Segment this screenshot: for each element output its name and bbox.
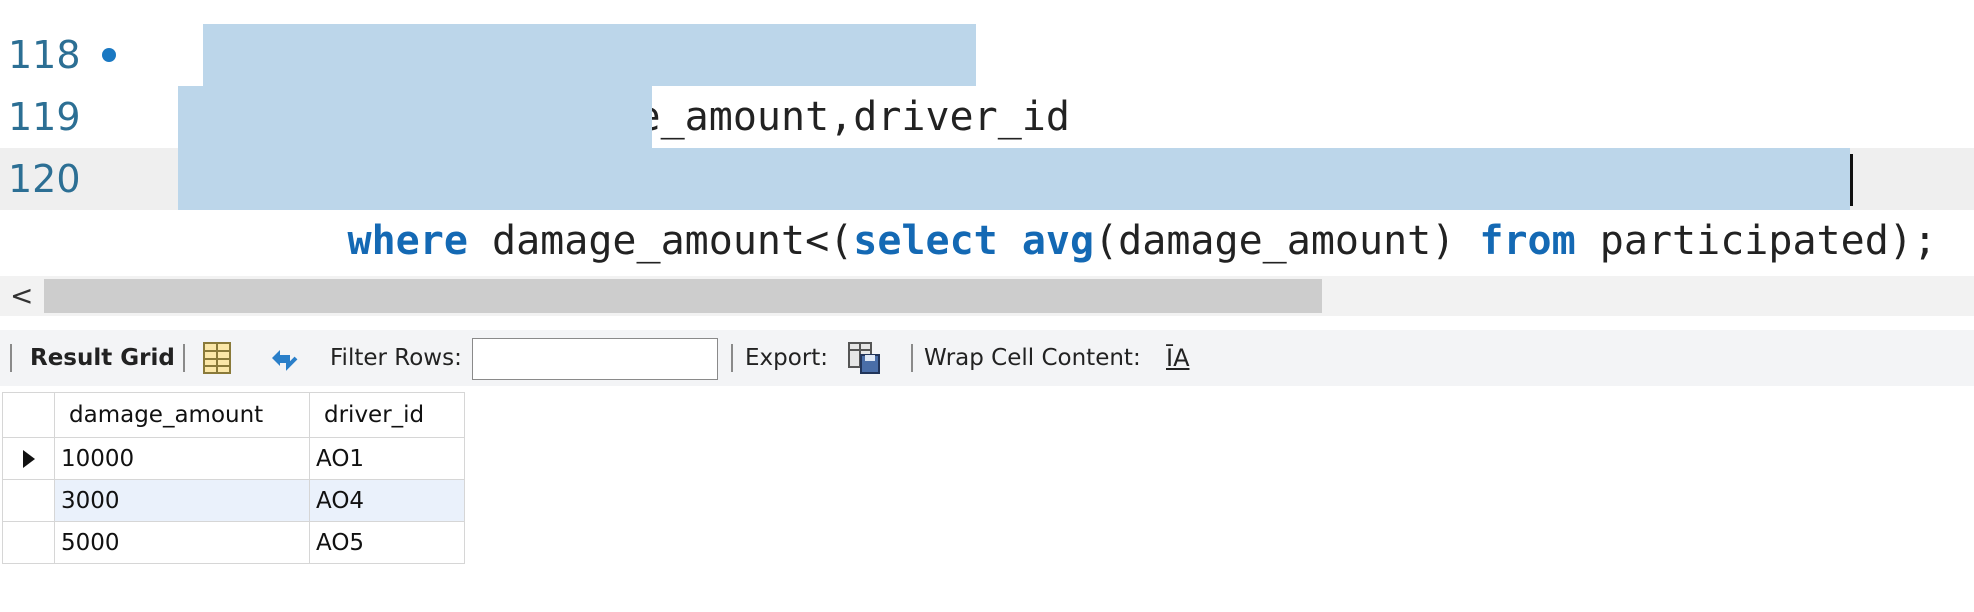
- code-line-119[interactable]: 119 from participated: [0, 86, 1974, 202]
- current-row-arrow-icon: [22, 450, 35, 468]
- grid-header-row: damage_amount driver_id: [2, 392, 465, 438]
- code-token: damage_amount<(: [467, 218, 854, 264]
- export-icon[interactable]: [846, 340, 882, 376]
- statement-marker-icon: [102, 48, 116, 62]
- keyword-from: from: [1479, 218, 1576, 264]
- result-toolbar: Result Grid Filter Rows: Export: Wrap Ce…: [0, 330, 1974, 386]
- scroll-left-arrow-icon[interactable]: <: [10, 280, 34, 312]
- code-text: select damage_amount,driver_id: [203, 24, 1070, 140]
- cell-driver-id[interactable]: AO5: [309, 521, 465, 564]
- keyword-avg: avg: [1021, 218, 1095, 264]
- table-row[interactable]: 3000 AO4: [2, 479, 465, 522]
- keyword-select: select: [853, 218, 998, 264]
- grid-view-icon[interactable]: [199, 340, 235, 376]
- column-header-damage-amount[interactable]: damage_amount: [54, 392, 310, 438]
- toolbar-separator: [731, 344, 733, 372]
- row-header-corner: [2, 392, 55, 438]
- keyword-where: where: [347, 218, 468, 264]
- code-text: where damage_amount<(select avg(damage_a…: [203, 148, 1937, 264]
- cell-driver-id[interactable]: AO1: [309, 437, 465, 480]
- text-caret: [1850, 154, 1853, 206]
- refresh-icon[interactable]: [266, 340, 302, 376]
- wrap-cell-content-icon[interactable]: ĪA: [1166, 330, 1190, 386]
- toolbar-separator: [10, 344, 12, 372]
- row-selector[interactable]: [2, 479, 55, 522]
- line-number: 118: [8, 33, 81, 77]
- result-grid: damage_amount driver_id 10000 AO1 3000 A…: [2, 392, 465, 564]
- line-number-117: 117: [8, 0, 81, 18]
- cell-damage-amount[interactable]: 3000: [54, 479, 310, 522]
- code-token: participated);: [1575, 218, 1937, 264]
- cell-damage-amount[interactable]: 5000: [54, 521, 310, 564]
- table-row[interactable]: 10000 AO1: [2, 437, 465, 480]
- table-row[interactable]: 5000 AO5: [2, 521, 465, 564]
- sql-editor[interactable]: 117 118 select damage_amount,driver_id 1…: [0, 0, 1974, 275]
- toolbar-separator: [183, 344, 185, 372]
- row-selector[interactable]: [2, 437, 55, 480]
- toolbar-separator: [911, 344, 913, 372]
- filter-rows-input[interactable]: [472, 338, 718, 380]
- code-token: (damage_amount): [1094, 218, 1480, 264]
- result-grid-tab[interactable]: Result Grid: [30, 330, 175, 386]
- row-selector[interactable]: [2, 521, 55, 564]
- horizontal-scrollbar[interactable]: <: [0, 276, 1974, 316]
- line-number: 119: [8, 95, 81, 139]
- wrap-cell-content-label: Wrap Cell Content:: [924, 345, 1141, 371]
- cell-damage-amount[interactable]: 10000: [54, 437, 310, 480]
- code-line-120[interactable]: 120 where damage_amount<(select avg(dama…: [0, 148, 1974, 264]
- cell-driver-id[interactable]: AO4: [309, 479, 465, 522]
- code-line-118[interactable]: 118 select damage_amount,driver_id: [0, 24, 1974, 140]
- scrollbar-thumb[interactable]: [44, 279, 1322, 313]
- line-number: 120: [8, 157, 81, 201]
- code-text: from participated: [203, 86, 757, 202]
- export-label: Export:: [745, 345, 829, 371]
- column-header-driver-id[interactable]: driver_id: [309, 392, 465, 438]
- filter-rows-label: Filter Rows:: [330, 345, 462, 371]
